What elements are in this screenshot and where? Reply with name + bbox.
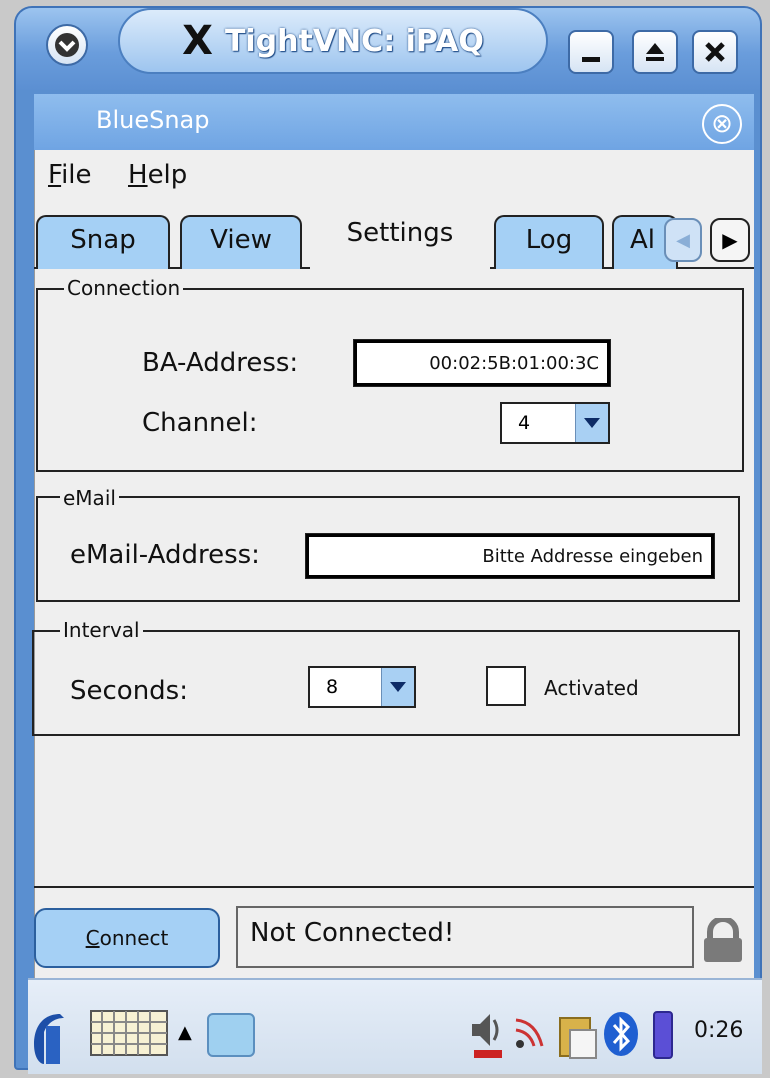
start-menu-icon[interactable] <box>30 1010 66 1066</box>
close-window-button[interactable] <box>692 30 738 74</box>
email-group-title: eMail <box>60 486 119 510</box>
activated-checkbox[interactable] <box>486 666 526 706</box>
lock-icon <box>700 916 746 962</box>
interval-group-title: Interval <box>60 618 143 642</box>
speaker-icon[interactable] <box>468 1010 508 1060</box>
minimize-icon <box>582 57 600 62</box>
tab-log[interactable]: Log <box>494 215 604 269</box>
close-icon <box>705 42 725 62</box>
tab-scroll-right-button[interactable]: ▶ <box>710 218 750 262</box>
show-desktop-icon[interactable] <box>206 1012 256 1058</box>
minimize-button[interactable] <box>568 30 614 74</box>
connection-group-title: Connection <box>64 276 184 300</box>
seconds-select[interactable]: 8 <box>308 666 416 708</box>
seconds-label: Seconds: <box>70 676 188 706</box>
channel-value: 4 <box>518 412 531 434</box>
tab-scroll-left-button[interactable]: ◀ <box>664 218 702 262</box>
window-title: TightVNC: iPAQ <box>224 23 484 59</box>
activated-label: Activated <box>544 676 639 700</box>
window-menu-button[interactable] <box>46 24 88 66</box>
window-title-pill: X TightVNC: iPAQ <box>118 8 548 74</box>
tab-snap[interactable]: Snap <box>36 215 170 269</box>
bottom-separator <box>34 886 754 888</box>
status-field: Not Connected! <box>236 906 694 968</box>
channel-label: Channel: <box>142 408 258 438</box>
triangle-right-icon: ▶ <box>722 228 738 252</box>
close-circle-icon: ⊗ <box>711 109 733 139</box>
taskbar-clock[interactable]: 0:26 <box>694 1018 743 1043</box>
triangle-up-icon[interactable]: ▲ <box>178 1022 192 1043</box>
app-close-button[interactable]: ⊗ <box>702 104 742 144</box>
keyboard-icon[interactable] <box>90 1010 168 1056</box>
bluetooth-icon[interactable] <box>602 1010 640 1058</box>
maximize-button[interactable] <box>632 30 678 74</box>
seconds-value: 8 <box>326 676 339 698</box>
app-title: BlueSnap <box>96 106 210 134</box>
wireless-icon[interactable] <box>512 1012 548 1056</box>
menu-file[interactable]: File <box>48 160 92 190</box>
dropdown-arrow-icon <box>381 668 414 706</box>
tab-view[interactable]: View <box>180 215 302 269</box>
triangle-left-icon: ◀ <box>676 229 690 251</box>
eject-icon <box>646 43 664 61</box>
dropdown-arrow-icon <box>575 404 608 442</box>
email-address-label: eMail-Address: <box>70 540 260 570</box>
email-address-field[interactable]: Bitte Addresse eingeben <box>305 533 715 579</box>
tab-settings[interactable]: Settings <box>310 210 490 272</box>
x-logo-icon: X <box>182 18 213 64</box>
connect-button[interactable]: Connect <box>34 908 220 968</box>
chevron-down-icon <box>55 33 79 57</box>
battery-icon[interactable] <box>652 1008 674 1060</box>
ba-address-label: BA-Address: <box>142 348 299 378</box>
menu-help[interactable]: Help <box>128 160 187 190</box>
channel-select[interactable]: 4 <box>500 402 610 444</box>
ba-address-field[interactable]: 00:02:5B:01:00:3C <box>353 339 611 387</box>
clipboard-icon[interactable] <box>556 1010 600 1060</box>
